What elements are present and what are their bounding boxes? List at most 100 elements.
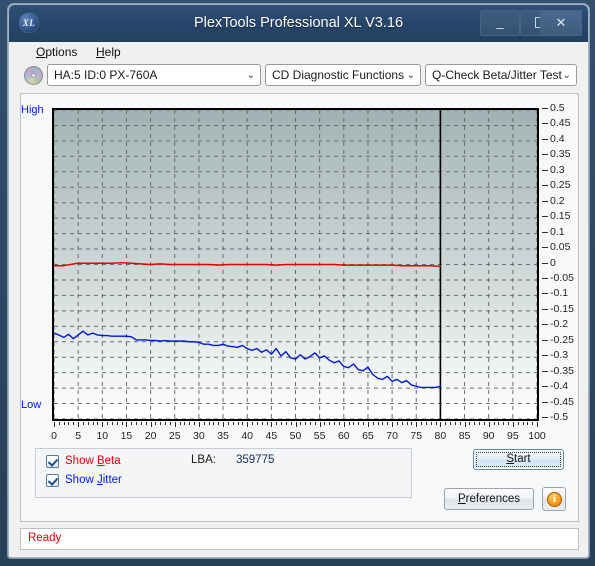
y-tick-mark (542, 185, 548, 187)
test-select-value: Q-Check Beta/Jitter Test (432, 68, 562, 82)
x-minor-tick (189, 422, 191, 425)
x-tick-mark (174, 422, 176, 427)
y-tick-mark (542, 417, 548, 418)
function-select[interactable]: CD Diagnostic Functions ⌄ (265, 64, 421, 86)
beta-jitter-chart: High Low 0.5 0.45 0.4 0.35 0.3 0.25 0.2 0.15 0.1… (21, 94, 578, 444)
x-minor-tick (493, 422, 495, 425)
close-button[interactable]: ✕ (540, 10, 582, 36)
x-minor-tick (445, 422, 447, 425)
x-minor-tick (508, 422, 510, 425)
toolbar: HA:5 ID:0 PX-760A ⌄ CD Diagnostic Functi… (9, 62, 588, 90)
x-minor-tick (338, 422, 340, 425)
y-tick-label: -0.35 (550, 364, 574, 377)
y-tick-mark (542, 339, 548, 341)
x-minor-tick (276, 422, 278, 425)
menu-item-help[interactable]: Help (89, 44, 128, 60)
x-minor-tick (63, 422, 65, 425)
x-minor-tick (435, 422, 437, 425)
y-tick-label: 0.1 (550, 225, 565, 238)
test-select[interactable]: Q-Check Beta/Jitter Test ⌄ (425, 64, 577, 86)
x-minor-tick (532, 422, 534, 425)
y-tick-label: 0.4 (550, 132, 565, 145)
x-minor-tick (218, 422, 220, 425)
y-tick-label: -0.45 (550, 395, 574, 408)
x-tick-mark (271, 422, 273, 427)
y-tick-mark (542, 154, 548, 156)
x-minor-tick (372, 422, 374, 425)
preferences-button[interactable]: Preferences (444, 488, 534, 510)
y-tick-label: -0.15 (550, 302, 574, 315)
y-tick-label: -0.2 (550, 318, 569, 331)
y-tick-mark (542, 123, 548, 125)
chevron-down-icon: ⌄ (406, 70, 415, 81)
x-minor-tick (184, 422, 186, 425)
x-minor-tick (498, 422, 500, 425)
x-minor-tick (329, 422, 331, 425)
x-tick-mark (392, 422, 394, 427)
x-minor-tick (363, 422, 365, 425)
menu-item-options[interactable]: Options (29, 44, 84, 60)
x-minor-tick (131, 422, 133, 425)
y-tick-label: -0.5 (550, 411, 569, 423)
x-minor-tick (358, 422, 360, 425)
y-tick-mark (542, 324, 548, 326)
y-tick-mark (542, 293, 548, 295)
chevron-down-icon: ⌄ (562, 70, 571, 81)
x-tick-mark (54, 422, 55, 427)
x-tick-mark (247, 422, 249, 427)
x-minor-tick (300, 422, 302, 425)
axis-low-label: Low (21, 399, 42, 411)
lba-label: LBA: (191, 454, 216, 466)
info-icon-glyph: i (553, 494, 556, 505)
x-minor-tick (348, 422, 350, 425)
minimize-icon: – (496, 20, 504, 35)
x-minor-tick (377, 422, 379, 425)
x-tick-mark (198, 422, 200, 427)
x-minor-tick (165, 422, 167, 425)
y-tick-label: 0.05 (550, 241, 571, 254)
x-minor-tick (213, 422, 215, 425)
info-button[interactable]: i (542, 487, 566, 511)
x-tick-mark (343, 422, 345, 427)
y-tick-label: 0.3 (550, 163, 565, 176)
y-tick-label: -0.3 (550, 349, 569, 362)
x-minor-tick (266, 422, 268, 425)
x-minor-tick (483, 422, 485, 425)
x-minor-tick (474, 422, 476, 425)
status-bar: Ready (20, 528, 579, 550)
preferences-button-label: Preferences (457, 493, 520, 505)
x-minor-tick (450, 422, 452, 425)
application-window: XL PlexTools Professional XL V3.16 – ✕ O… (8, 4, 589, 558)
minimize-button[interactable]: – (480, 10, 520, 36)
x-minor-tick (111, 422, 113, 425)
y-tick-mark (542, 355, 548, 357)
x-minor-tick (252, 422, 254, 425)
chevron-down-icon: ⌄ (246, 70, 255, 81)
x-tick-mark (440, 422, 442, 427)
x-minor-tick (169, 422, 171, 425)
drive-select[interactable]: HA:5 ID:0 PX-760A ⌄ (47, 64, 261, 86)
y-tick-label: 0 (550, 256, 556, 269)
x-minor-tick (160, 422, 162, 425)
info-icon: i (547, 492, 562, 507)
y-tick-mark (542, 108, 548, 109)
y-tick-label: 0.45 (550, 117, 571, 130)
function-select-value: CD Diagnostic Functions (272, 68, 405, 82)
x-tick-mark (416, 422, 418, 427)
y-tick-label: -0.4 (550, 380, 569, 393)
x-minor-tick (261, 422, 263, 425)
x-minor-tick (469, 422, 471, 425)
menu-bar: Options Help (9, 42, 588, 62)
y-tick-label: 0.15 (550, 210, 571, 223)
x-minor-tick (353, 422, 355, 425)
x-tick-mark (319, 422, 321, 427)
y-tick-label: -0.25 (550, 333, 574, 346)
x-minor-tick (396, 422, 398, 425)
x-minor-tick (334, 422, 336, 425)
y-tick-mark (542, 200, 548, 202)
show-jitter-label: Show Jitter (65, 474, 122, 486)
start-button[interactable]: Start (473, 449, 564, 470)
y-tick-mark (542, 277, 548, 279)
plot-area (52, 108, 539, 421)
y-tick-label: 0.2 (550, 194, 565, 207)
